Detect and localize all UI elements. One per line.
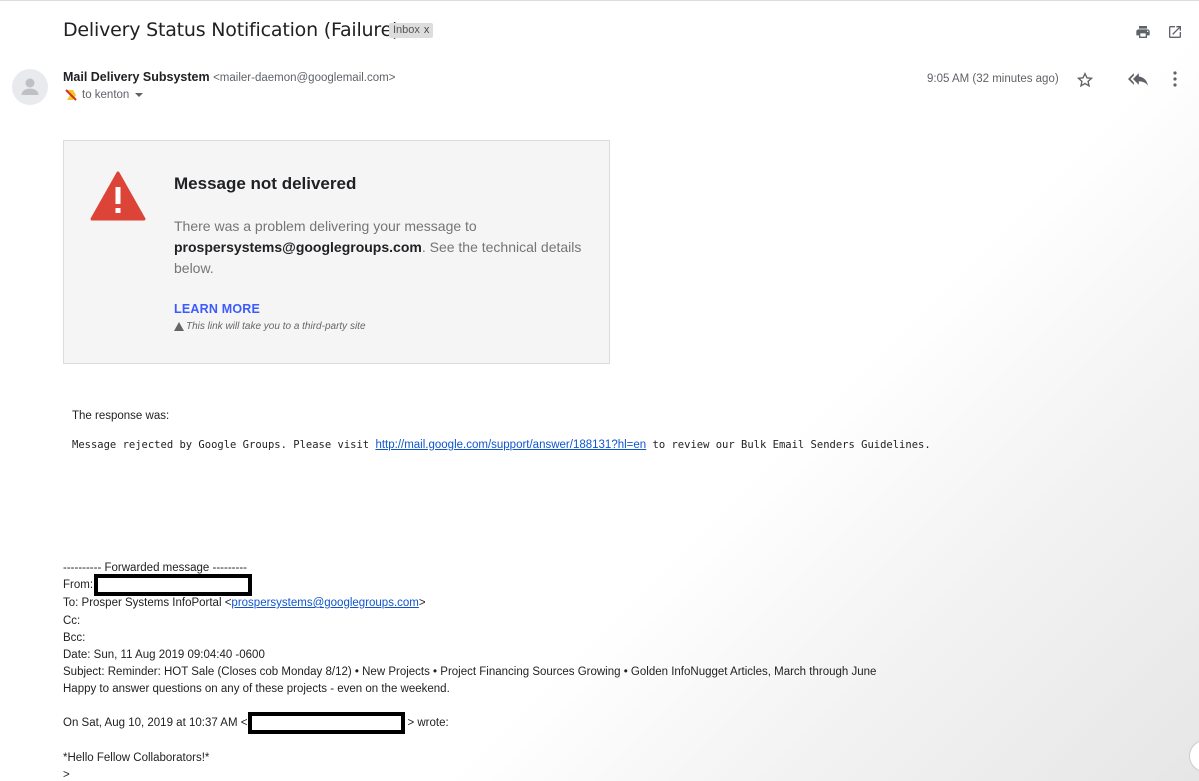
quote-intro-end: > wrote:	[407, 717, 449, 729]
recipient-line: to kenton	[65, 89, 144, 101]
to-recipient-text: to kenton	[82, 89, 130, 101]
star-icon[interactable]	[1075, 70, 1095, 90]
top-divider	[0, 0, 1199, 1]
chevron-down-icon[interactable]	[134, 90, 144, 100]
learn-more-link[interactable]: LEARN MORE	[174, 302, 260, 316]
response-text-end: to review our Bulk Email Senders Guideli…	[646, 439, 931, 451]
reply-all-icon[interactable]	[1127, 68, 1149, 90]
important-marker-icon[interactable]	[65, 89, 77, 101]
label-text: Inbox	[393, 24, 420, 36]
third-party-note-text: This link will take you to a third-party…	[186, 321, 366, 332]
forwarded-subject: Subject: Reminder: HOT Sale (Closes cob …	[63, 666, 877, 678]
forwarded-body-line: Happy to answer questions on any of thes…	[63, 683, 450, 695]
forwarded-bcc: Bcc:	[63, 632, 86, 644]
to-prefix: To: Prosper Systems InfoPortal <	[63, 597, 232, 609]
small-warning-icon	[174, 322, 184, 331]
forwarded-from: From:	[63, 579, 94, 591]
remove-label-button[interactable]: x	[424, 24, 430, 36]
response-text: Message rejected by Google Groups. Pleas…	[72, 439, 931, 451]
forwarded-separator: ---------- Forwarded message ---------	[63, 562, 247, 574]
forwarded-to: To: Prosper Systems InfoPortal <prospers…	[63, 597, 426, 609]
card-description: There was a problem delivering your mess…	[174, 216, 594, 279]
warning-triangle-icon	[90, 171, 146, 221]
print-icon[interactable]	[1133, 22, 1153, 42]
group-email-link[interactable]: prospersystems@googlegroups.com	[231, 597, 418, 609]
redacted-sender-box	[248, 712, 405, 734]
response-label: The response was:	[72, 410, 170, 422]
card-title: Message not delivered	[174, 174, 357, 193]
desc-address: prospersystems@googlegroups.com	[174, 239, 422, 255]
sender-name: Mail Delivery Subsystem	[63, 70, 210, 84]
support-link[interactable]: http://mail.google.com/support/answer/18…	[375, 439, 646, 451]
sender-avatar[interactable]	[12, 69, 48, 105]
forwarded-cc: Cc:	[63, 615, 81, 627]
open-in-new-window-icon[interactable]	[1165, 22, 1185, 42]
sender-email: <mailer-daemon@googlemail.com>	[213, 72, 396, 84]
forwarded-date: Date: Sun, 11 Aug 2019 09:04:40 -0600	[63, 649, 265, 661]
redacted-from-box	[94, 574, 252, 596]
email-subject: Delivery Status Notification (Failure)	[63, 19, 400, 41]
message-time: 9:05 AM (32 minutes ago)	[927, 73, 1059, 85]
more-vert-icon[interactable]	[1166, 68, 1184, 90]
sender-info: Mail Delivery Subsystem <mailer-daemon@g…	[63, 70, 395, 84]
floating-scroll-button[interactable]	[1189, 740, 1199, 772]
third-party-note: This link will take you to a third-party…	[174, 321, 366, 332]
quote-marker: >	[63, 769, 70, 781]
delivery-failure-card: Message not delivered There was a proble…	[63, 140, 610, 364]
person-avatar-icon	[21, 78, 39, 95]
desc-text: There was a problem delivering your mess…	[174, 218, 477, 234]
greeting-line: *Hello Fellow Collaborators!*	[63, 752, 210, 764]
response-text-start: Message rejected by Google Groups. Pleas…	[72, 439, 376, 451]
to-suffix: >	[418, 597, 426, 609]
quote-intro-start: On Sat, Aug 10, 2019 at 10:37 AM <	[63, 717, 248, 729]
inbox-label-chip[interactable]: Inbox x	[389, 23, 434, 38]
